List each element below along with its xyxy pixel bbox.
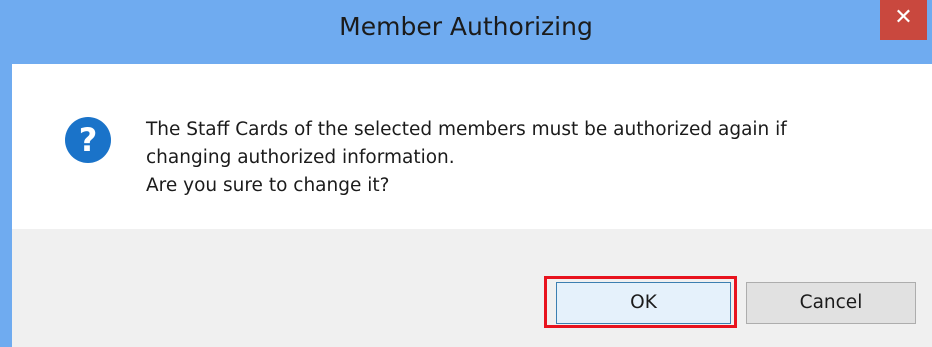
window-title: Member Authorizing [339, 12, 593, 41]
message-line-3: Are you sure to change it? [146, 175, 390, 196]
button-bar: OK Cancel [12, 229, 932, 347]
close-icon: ✕ [894, 5, 913, 30]
message-line-1: The Staff Cards of the selected members … [146, 119, 787, 140]
message-line-2: changing authorized information. [146, 147, 455, 168]
ok-button[interactable]: OK [556, 282, 731, 324]
question-icon: ? [65, 117, 111, 163]
member-authorizing-dialog: Member Authorizing ✕ ? The Staff Cards o… [0, 0, 932, 347]
svg-text:?: ? [79, 121, 98, 159]
message-text: The Staff Cards of the selected members … [146, 116, 787, 200]
dialog-body: ? The Staff Cards of the selected member… [12, 64, 932, 229]
title-bar: Member Authorizing ✕ [0, 0, 932, 64]
close-button[interactable]: ✕ [880, 0, 927, 40]
cancel-button[interactable]: Cancel [746, 282, 916, 324]
